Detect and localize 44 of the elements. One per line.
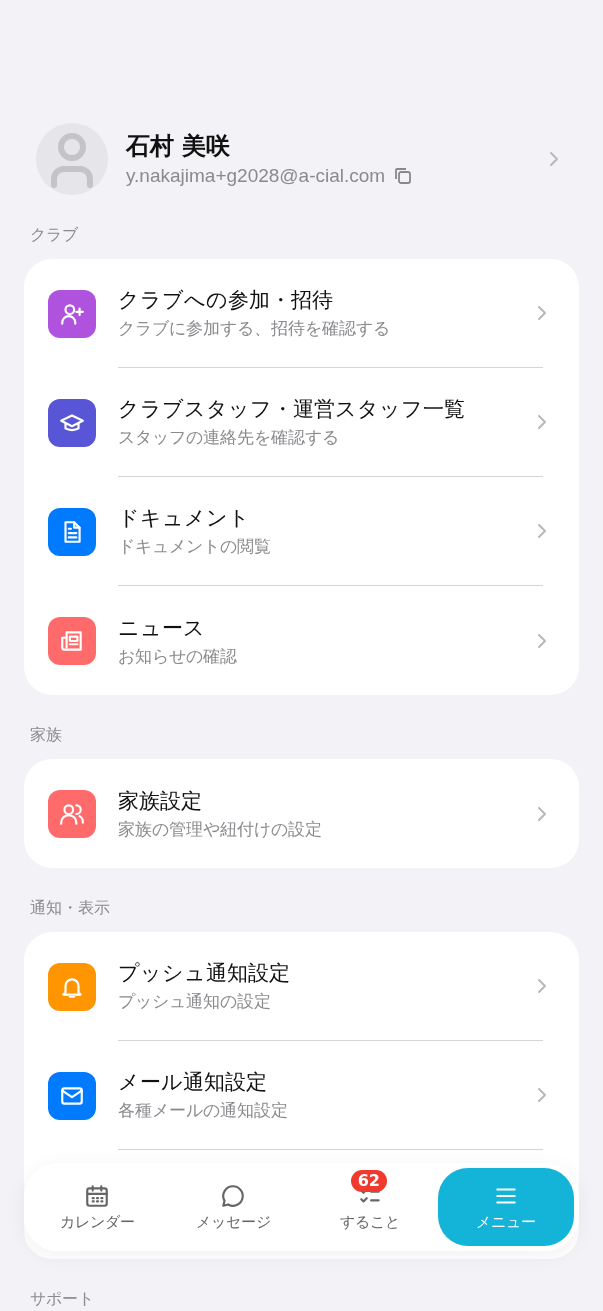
menu-item[interactable]: プッシュ通知設定 プッシュ通知の設定 bbox=[24, 932, 579, 1041]
count-badge: 62 bbox=[350, 1169, 387, 1192]
nav-tab[interactable]: 62 すること bbox=[301, 1168, 438, 1246]
copy-icon[interactable] bbox=[393, 166, 414, 186]
chevron-right-icon bbox=[537, 805, 547, 822]
menu-item[interactable]: 家族設定 家族の管理や紐付けの設定 bbox=[24, 759, 579, 868]
menu-item[interactable]: ニュース お知らせの確認 bbox=[24, 586, 579, 695]
chevron-right-icon bbox=[537, 1087, 547, 1103]
item-subtitle: クラブに参加する、招待を確認する bbox=[118, 317, 391, 340]
email-text: y.nakajima+g2028@a-cial.com bbox=[126, 165, 386, 187]
item-title: 家族設定 bbox=[118, 787, 203, 815]
item-subtitle: お知らせの確認 bbox=[118, 644, 238, 668]
section-heading: クラブ bbox=[30, 225, 79, 245]
item-subtitle: 家族の管理や紐付けの設定 bbox=[118, 817, 323, 841]
chevron-right-icon bbox=[537, 414, 547, 430]
section-heading: 通知・表示 bbox=[30, 898, 111, 918]
nav-tab[interactable]: メッセージ bbox=[165, 1168, 302, 1246]
item-subtitle: プッシュ通知の設定 bbox=[118, 990, 272, 1013]
item-title: クラブスタッフ・運営スタッフ一覧 bbox=[118, 396, 466, 423]
item-title: ニュース bbox=[118, 614, 206, 642]
chevron-right-icon bbox=[537, 978, 547, 994]
item-subtitle: ドキュメントの閲覧 bbox=[118, 535, 272, 558]
chevron-right-icon bbox=[537, 523, 547, 539]
menu-item[interactable]: クラブスタッフ・運営スタッフ一覧 スタッフの連絡先を確認する bbox=[24, 368, 579, 477]
chevron-right-icon bbox=[537, 632, 547, 649]
chevron-right-icon bbox=[537, 305, 547, 321]
profile-row[interactable]: 石村 美咲 y.nakajima+g2028@a-cial.com bbox=[24, 123, 579, 195]
chat-bubble-icon bbox=[220, 1182, 247, 1209]
chevron-right-icon bbox=[549, 151, 559, 167]
section-heading: 家族 bbox=[30, 725, 63, 745]
menu-item[interactable]: メール通知設定 各種メールの通知設定 bbox=[24, 1041, 579, 1150]
nav-tab[interactable]: カレンダー bbox=[29, 1168, 166, 1246]
item-title: メール通知設定 bbox=[118, 1069, 268, 1096]
item-subtitle: スタッフの連絡先を確認する bbox=[118, 426, 340, 449]
user-name: 石村 美咲 bbox=[126, 131, 232, 161]
item-subtitle: 各種メールの通知設定 bbox=[118, 1099, 289, 1122]
menu-item[interactable]: クラブへの参加・招待 クラブに参加する、招待を確認する bbox=[24, 259, 579, 368]
item-title: プッシュ通知設定 bbox=[118, 960, 291, 987]
item-title: クラブへの参加・招待 bbox=[118, 287, 334, 314]
avatar-icon bbox=[36, 123, 108, 195]
calendar-icon bbox=[84, 1182, 111, 1209]
section-heading: サポート bbox=[30, 1289, 95, 1309]
item-title: ドキュメント bbox=[118, 505, 251, 532]
menu-item[interactable]: ドキュメント ドキュメントの閲覧 bbox=[24, 477, 579, 586]
